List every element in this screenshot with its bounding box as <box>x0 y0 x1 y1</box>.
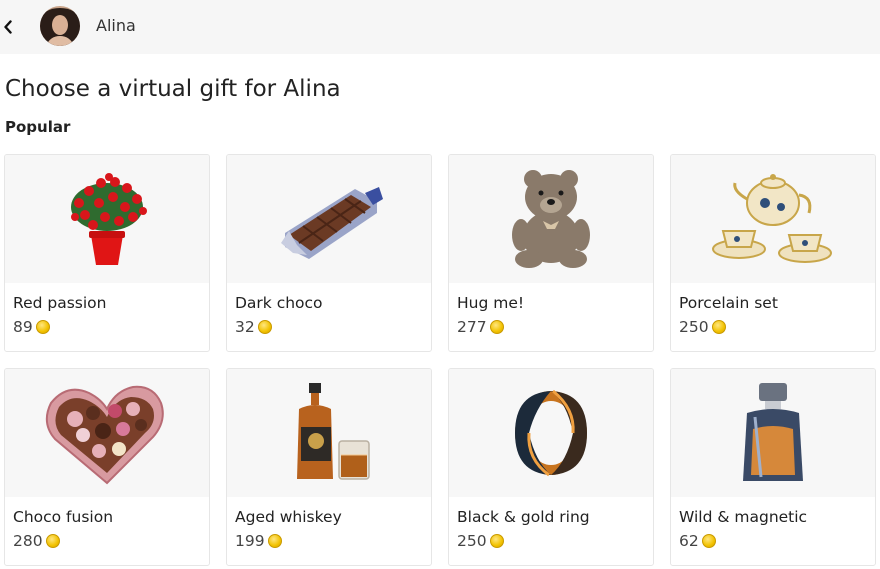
gift-image <box>5 369 209 497</box>
teddy-bear-icon <box>512 170 590 268</box>
page-title: Choose a virtual gift for Alina <box>5 76 341 102</box>
gift-image <box>227 155 431 283</box>
gift-card-red-passion[interactable]: Red passion 89 <box>4 154 210 352</box>
coin-icon <box>267 534 282 548</box>
gift-price-value: 280 <box>13 532 43 550</box>
coin-icon <box>489 320 504 334</box>
gift-card-black-gold-ring[interactable]: Black & gold ring 250 <box>448 368 654 566</box>
gift-price-value: 199 <box>235 532 265 550</box>
section-title-popular: Popular <box>5 118 71 136</box>
gift-card-porcelain-set[interactable]: Porcelain set 250 <box>670 154 876 352</box>
gift-price-value: 277 <box>457 318 487 336</box>
gift-name: Hug me! <box>457 294 525 312</box>
coin-icon <box>711 320 726 334</box>
coin-icon <box>45 534 60 548</box>
gift-image <box>227 369 431 497</box>
gift-image <box>671 369 875 497</box>
top-bar: Alina <box>0 0 880 54</box>
gift-price-value: 32 <box>235 318 255 336</box>
gift-name: Wild & magnetic <box>679 508 808 526</box>
gift-card-choco-fusion[interactable]: Choco fusion 280 <box>4 368 210 566</box>
gift-price-value: 89 <box>13 318 33 336</box>
gift-price: 199 <box>235 531 282 551</box>
tea-set-icon <box>712 174 832 263</box>
whiskey-bottle-icon <box>297 383 370 480</box>
gift-price-value: 62 <box>679 532 699 550</box>
gift-price: 250 <box>679 317 726 337</box>
user-name[interactable]: Alina <box>96 16 136 36</box>
gift-name: Dark choco <box>235 294 323 312</box>
gift-name: Porcelain set <box>679 294 778 312</box>
gift-image <box>5 155 209 283</box>
avatar[interactable] <box>40 6 80 46</box>
gift-name: Black & gold ring <box>457 508 590 526</box>
gift-image <box>449 369 653 497</box>
gift-price-value: 250 <box>679 318 709 336</box>
gift-price: 62 <box>679 531 716 551</box>
gift-card-dark-choco[interactable]: Dark choco 32 <box>226 154 432 352</box>
gift-card-aged-whiskey[interactable]: Aged whiskey 199 <box>226 368 432 566</box>
perfume-bottle-icon <box>743 383 803 481</box>
coin-icon <box>489 534 504 548</box>
coin-icon <box>701 534 716 548</box>
gift-name: Red passion <box>13 294 107 312</box>
gift-price: 277 <box>457 317 504 337</box>
gift-price-value: 250 <box>457 532 487 550</box>
gift-name: Aged whiskey <box>235 508 342 526</box>
gift-price: 89 <box>13 317 50 337</box>
coin-icon <box>257 320 272 334</box>
back-button[interactable] <box>0 12 20 42</box>
gift-card-wild-magnetic[interactable]: Wild & magnetic 62 <box>670 368 876 566</box>
gift-image <box>671 155 875 283</box>
chocolate-bar-icon <box>281 187 383 259</box>
heart-chocolate-box-icon <box>45 385 164 485</box>
gift-price: 32 <box>235 317 272 337</box>
gift-price: 250 <box>457 531 504 551</box>
gift-card-hug-me[interactable]: Hug me! 277 <box>448 154 654 352</box>
gift-name: Choco fusion <box>13 508 114 526</box>
avatar-image <box>40 6 80 46</box>
coin-icon <box>35 320 50 334</box>
chevron-left-icon <box>4 20 12 34</box>
ring-icon <box>515 389 587 477</box>
red-roses-pot-icon <box>71 173 147 265</box>
gift-price: 280 <box>13 531 60 551</box>
gift-image <box>449 155 653 283</box>
